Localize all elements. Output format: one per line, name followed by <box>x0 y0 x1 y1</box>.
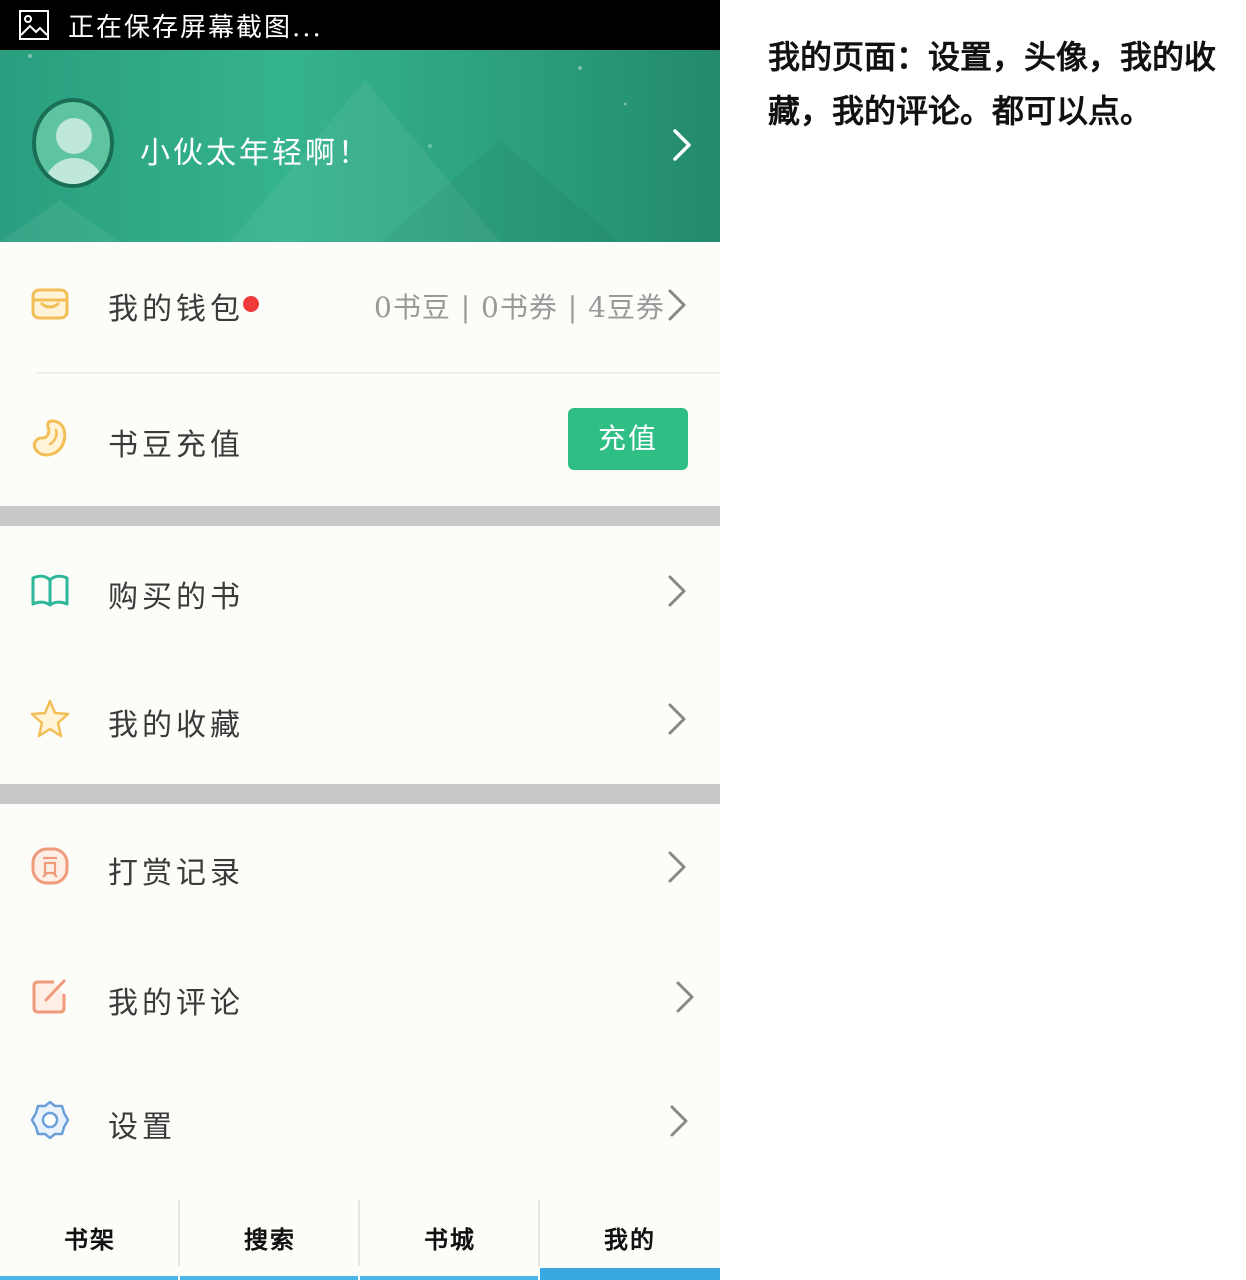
nav-label: 搜索 <box>244 1225 296 1254</box>
purchased-books-row[interactable]: 购买的书 <box>0 526 720 654</box>
nav-tab-bookshelf[interactable]: 书架 <box>0 1200 180 1280</box>
nav-tab-mine[interactable]: 我的 <box>540 1200 720 1280</box>
nav-label: 书城 <box>424 1225 476 1254</box>
reward-icon <box>31 847 69 885</box>
nav-underline <box>360 1276 538 1280</box>
recharge-row: 书豆充值 充值 <box>0 374 720 506</box>
nav-tab-search[interactable]: 搜索 <box>180 1200 360 1280</box>
nav-underline-active <box>540 1268 720 1280</box>
notification-dot <box>243 296 259 312</box>
chevron-right-icon <box>668 289 686 321</box>
nav-label: 书架 <box>64 1225 116 1254</box>
favorites-row[interactable]: 我的收藏 <box>0 654 720 784</box>
avatar-head <box>56 118 92 154</box>
status-text: 正在保存屏幕截图... <box>68 12 323 43</box>
star-icon <box>30 699 70 738</box>
avatar[interactable] <box>32 98 114 188</box>
recharge-label: 书豆充值 <box>108 428 244 463</box>
open-book-icon <box>31 574 69 607</box>
favorites-label: 我的收藏 <box>108 708 244 743</box>
profile-greeting: 小伙太年轻啊！ <box>140 136 371 171</box>
settings-row[interactable]: 设置 <box>0 1060 720 1186</box>
section-separator <box>0 784 720 804</box>
comments-label: 我的评论 <box>108 986 244 1021</box>
phone-screen: 正在保存屏幕截图... 小伙太年轻啊！ 我的钱包 0书豆 | 0书券 | 4豆券… <box>0 0 720 1280</box>
rewards-label: 打赏记录 <box>108 856 244 891</box>
profile-header[interactable]: 小伙太年轻啊！ <box>0 50 720 242</box>
recharge-button[interactable]: 充值 <box>568 408 688 470</box>
section-separator <box>0 506 720 526</box>
chevron-right-icon <box>670 1105 688 1137</box>
avatar-body <box>44 158 104 184</box>
nav-label: 我的 <box>604 1225 656 1254</box>
bean-icon <box>32 419 67 457</box>
nav-underline <box>0 1276 178 1280</box>
chevron-right-icon <box>668 703 686 735</box>
gear-icon <box>30 1100 70 1140</box>
nav-tab-bookstore[interactable]: 书城 <box>360 1200 540 1280</box>
image-icon <box>19 10 49 40</box>
wallet-balance: 0书豆 | 0书券 | 4豆券 <box>374 291 665 324</box>
settings-label: 设置 <box>108 1110 176 1145</box>
chevron-right-icon <box>668 575 686 607</box>
chevron-right-icon <box>668 851 686 883</box>
chevron-right-icon <box>676 981 694 1013</box>
wallet-icon <box>31 288 69 320</box>
wallet-label: 我的钱包 <box>108 292 244 327</box>
rewards-row[interactable]: 打赏记录 <box>0 804 720 932</box>
purchased-books-label: 购买的书 <box>108 580 244 615</box>
status-bar: 正在保存屏幕截图... <box>0 0 720 50</box>
annotation-note: 我的页面：设置，头像，我的收藏，我的评论。都可以点。 <box>768 38 1217 130</box>
chevron-right-icon <box>673 129 691 161</box>
nav-underline <box>180 1276 358 1280</box>
wallet-row[interactable]: 我的钱包 0书豆 | 0书券 | 4豆券 <box>0 242 720 372</box>
bottom-nav: 书架 搜索 书城 我的 <box>0 1200 720 1280</box>
edit-comment-icon <box>32 979 66 1014</box>
comments-row[interactable]: 我的评论 <box>0 932 720 1060</box>
